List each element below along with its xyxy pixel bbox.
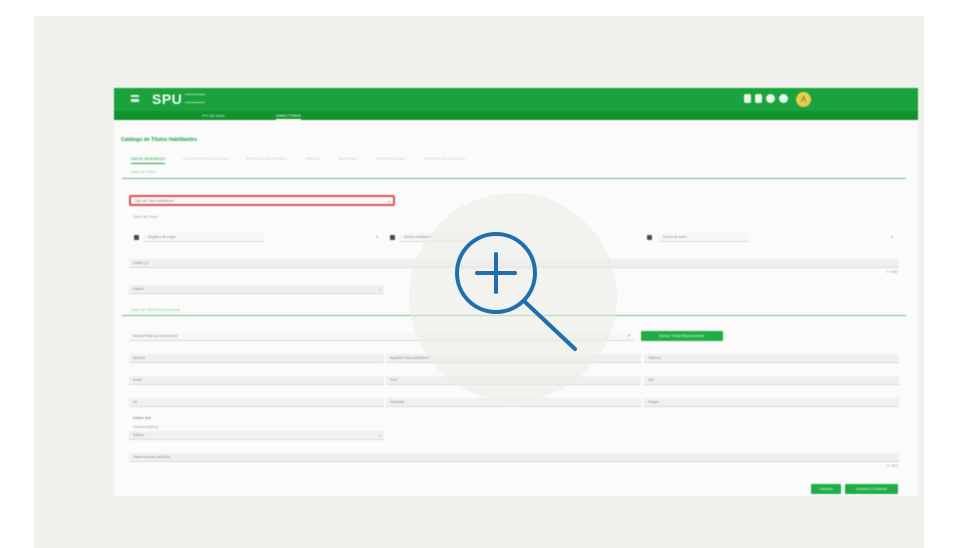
info-icon: · [386,214,388,219]
tab-informacion[interactable]: INFORMACIÓN TÉCNICA [246,157,287,164]
persona-label: Persona Natural [133,425,159,429]
telefono-field[interactable]: Teléfono [644,354,899,363]
user-avatar[interactable]: A [796,92,811,107]
email-field[interactable]: Email [129,376,384,385]
tab-observaciones[interactable]: OBSERVACIONES [375,157,405,164]
chevron-down-icon: ▾ [891,234,894,239]
tab-bar: DATOS GENERALES DOCUMENTOS ADJUNTOS INFO… [131,157,465,164]
tab-historial[interactable]: HISTORIAL DE ESTADOS [423,157,465,164]
save-button[interactable]: Guardar y Continuar [845,484,898,494]
appbar-actions [744,94,788,103]
help-icon[interactable] [779,94,788,103]
chevron-down-icon: ▾ [378,287,381,292]
dir-field[interactable]: Dir [129,398,384,407]
tab-informes[interactable]: INFORMES [339,157,357,164]
home-icon[interactable] [744,94,751,103]
checkbox-icon[interactable] [390,235,395,240]
page-title: Catálogo de Títulos Habilitantes [121,137,198,143]
checkbox-icon[interactable] [134,235,139,240]
estado-civil-label: Estado civil [133,416,151,420]
chevron-down-icon: ▾ [378,433,381,438]
registro-field[interactable]: Registro de Legal [144,233,264,242]
dni-field[interactable]: DNI [644,376,899,385]
section-divider [122,178,906,179]
menu-icon[interactable] [131,95,139,102]
ubigeo-field[interactable]: Ubigeo [644,398,899,407]
estado-select[interactable]: Estado ▾ [129,285,384,294]
subnav-item-2[interactable]: DIRECTORIO [276,111,302,120]
tab-predios[interactable]: PREDIOS [305,157,321,164]
nombre-field[interactable]: Nombre [129,354,384,363]
char-counter: 0 / 500 [887,270,898,274]
section-general-label: Datos del Título [131,170,156,174]
logo-subtitle [185,94,205,103]
zoom-in-icon[interactable] [451,225,581,355]
search-icon[interactable]: ▾ [628,333,630,338]
tab-datos-generales[interactable]: DATOS GENERALES [131,157,166,164]
chevron-down-icon: ▾ [376,234,379,239]
char-counter: 0 / 500 [887,464,898,468]
fecha-field[interactable]: Fecha de Inicio [659,233,749,242]
app-logo: SPU [152,91,183,107]
subtitle-label: Datos del Título [133,215,158,219]
search-titular-button[interactable]: Buscar Titular/Representante [641,331,723,341]
title-type-select[interactable]: Tipo de Título Habilitante ▾ [129,195,395,206]
notification-icon[interactable] [755,94,762,103]
sub-navigation: PIT DE Gest DIRECTORIO [114,111,918,120]
section-contact-label: Datos del Titular/Representante [131,308,181,312]
estado-civil-select[interactable]: Soltero ▾ [129,431,384,440]
tab-documentos[interactable]: DOCUMENTOS ADJUNTOS [183,157,228,164]
app-bar: SPU A [114,88,918,111]
subnav-item-1[interactable]: PIT DE Gest [202,111,224,120]
chevron-down-icon: ▾ [387,199,390,204]
notas-textarea[interactable]: Observaciones del título [129,453,899,462]
checkbox-icon[interactable] [647,235,652,240]
cancel-button[interactable]: Cancelar [811,484,841,494]
settings-icon[interactable] [766,94,775,103]
